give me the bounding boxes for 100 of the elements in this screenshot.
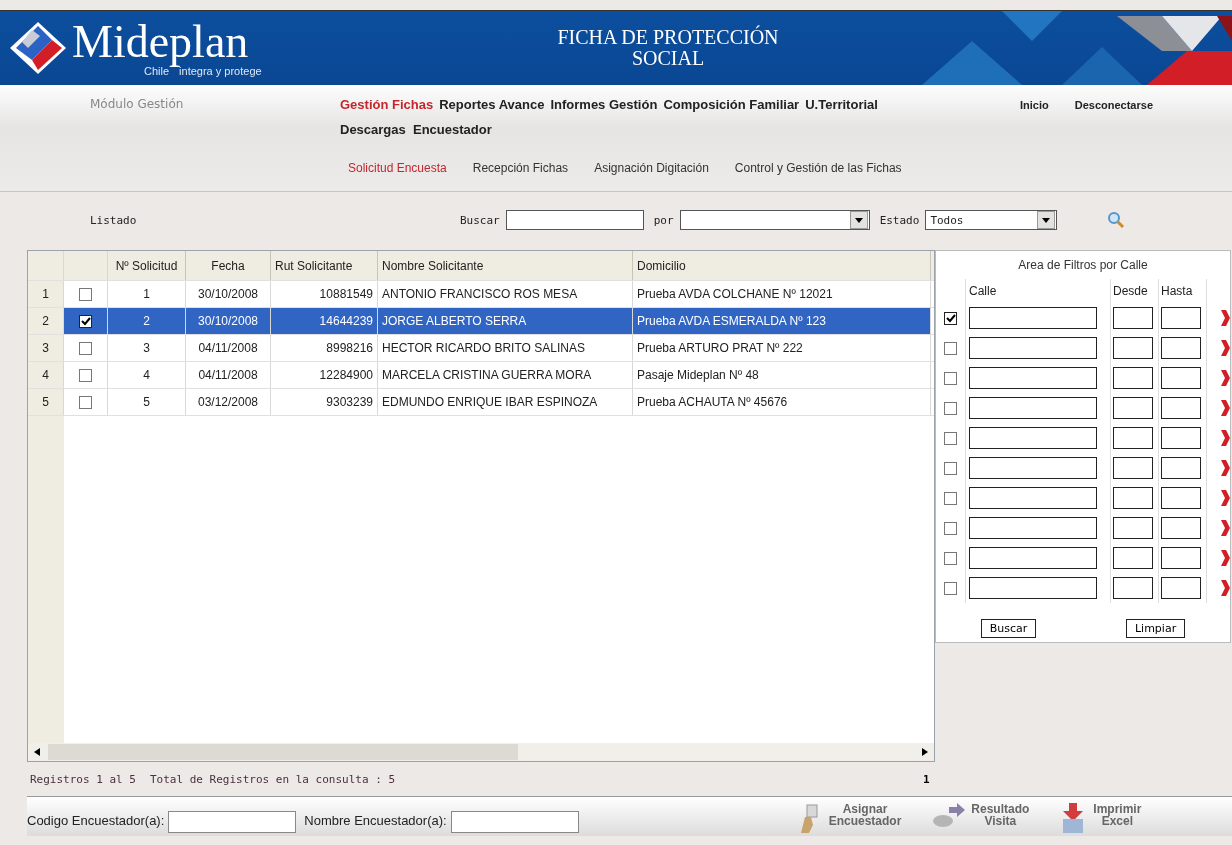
from-field[interactable]: [1113, 547, 1153, 569]
column-header[interactable]: Nombre Solicitante: [378, 251, 633, 280]
from-field[interactable]: [1113, 487, 1153, 509]
remove-icon[interactable]: [1221, 520, 1230, 536]
horizontal-scrollbar[interactable]: [28, 743, 934, 761]
submenu-item[interactable]: Control y Gestión de las Fichas: [734, 161, 902, 175]
menu-item[interactable]: Composición Familiar: [663, 97, 800, 112]
remove-icon[interactable]: [1221, 430, 1230, 446]
menu-item[interactable]: Gestión Fichas: [340, 97, 434, 112]
field-dropdown[interactable]: [679, 210, 870, 230]
scroll-left-icon[interactable]: [34, 748, 40, 756]
remove-icon[interactable]: [1221, 580, 1230, 596]
remove-icon[interactable]: [1221, 550, 1230, 566]
street-field[interactable]: [969, 337, 1097, 359]
filter-panel-title: Area de Filtros por Calle: [1017, 257, 1149, 274]
page-number[interactable]: 1: [923, 772, 930, 786]
to-field[interactable]: [1161, 517, 1201, 539]
street-field[interactable]: [969, 517, 1097, 539]
grid-row[interactable]: 3 3 04/11/2008 8998216 HECTOR RICARDO BRITO SALINAS Prueba ARTURO PRAT Nº 222: [28, 335, 934, 362]
row-checkbox[interactable]: [79, 314, 92, 328]
from-field[interactable]: [1113, 367, 1153, 389]
row-checkbox[interactable]: [79, 368, 92, 382]
from-field[interactable]: [1113, 517, 1153, 539]
row-checkbox[interactable]: [79, 341, 92, 355]
scroll-right-icon[interactable]: [922, 748, 928, 756]
action-button[interactable]: Imprimir Excel: [1059, 803, 1142, 833]
action-button[interactable]: Asignar Encuestador: [796, 803, 902, 833]
to-field[interactable]: [1161, 457, 1201, 479]
remove-icon[interactable]: [1221, 310, 1230, 326]
menu-item[interactable]: Descargas Encuestador: [340, 122, 492, 137]
column-header[interactable]: Domicilio: [633, 251, 931, 280]
grid-row[interactable]: 2 2 30/10/2008 14644239 JORGE ALBERTO SERRA Prueba AVDA ESMERALDA Nº 123: [28, 308, 934, 335]
menu-item[interactable]: Informes Gestión: [550, 97, 658, 112]
from-field[interactable]: [1113, 307, 1153, 329]
to-field[interactable]: [1161, 427, 1201, 449]
table-cell: 30/10/2008: [186, 281, 271, 307]
menu-item[interactable]: Reportes Avance: [439, 97, 545, 112]
remove-icon[interactable]: [1221, 340, 1230, 356]
column-header[interactable]: Nº Solicitud: [108, 251, 186, 280]
filter-checkbox[interactable]: [944, 461, 957, 475]
submenu-item[interactable]: Recepción Fichas: [472, 161, 569, 175]
from-field[interactable]: [1113, 577, 1153, 599]
to-field[interactable]: [1161, 487, 1201, 509]
from-field[interactable]: [1113, 457, 1153, 479]
street-field[interactable]: [969, 397, 1097, 419]
street-field[interactable]: [969, 307, 1097, 329]
grid-row[interactable]: 5 5 03/12/2008 9303239 EDMUNDO ENRIQUE IBAR ESPINOZA Prueba ACHAUTA Nº 45676: [28, 389, 934, 416]
filter-checkbox[interactable]: [944, 521, 957, 535]
remove-icon[interactable]: [1221, 400, 1230, 416]
input-field[interactable]: [168, 811, 297, 833]
remove-icon[interactable]: [1221, 370, 1230, 386]
from-field[interactable]: [1113, 337, 1153, 359]
filter-checkbox[interactable]: [944, 341, 957, 355]
to-field[interactable]: [1161, 397, 1201, 419]
street-field[interactable]: [969, 547, 1097, 569]
column-header[interactable]: Fecha: [186, 251, 271, 280]
remove-icon[interactable]: [1221, 460, 1230, 476]
to-field[interactable]: [1161, 577, 1201, 599]
to-field[interactable]: [1161, 307, 1201, 329]
from-field[interactable]: [1113, 397, 1153, 419]
filter-checkbox[interactable]: [944, 491, 957, 505]
to-field[interactable]: [1161, 337, 1201, 359]
grid-row[interactable]: 4 4 04/11/2008 12284900 MARCELA CRISTINA GUERRA MORA Pasaje Mideplan Nº 48: [28, 362, 934, 389]
filter-checkbox[interactable]: [944, 401, 957, 415]
street-field[interactable]: [969, 367, 1097, 389]
field-label: Codigo Encuestador(a):: [27, 813, 165, 828]
filter-checkbox[interactable]: [944, 581, 957, 595]
row-checkbox[interactable]: [79, 395, 92, 409]
street-field[interactable]: [969, 577, 1097, 599]
submenu-item[interactable]: Solicitud Encuesta: [348, 161, 447, 175]
street-field[interactable]: [969, 487, 1097, 509]
search-icon[interactable]: [1107, 211, 1126, 229]
records-total: Total de Registros en la consulta : 5: [149, 772, 395, 786]
to-field[interactable]: [1161, 547, 1201, 569]
table-cell: 8998216: [271, 335, 378, 361]
status-dropdown[interactable]: Todos: [925, 210, 1058, 230]
to-field[interactable]: [1161, 367, 1201, 389]
user-link[interactable]: Desconectarse: [1074, 99, 1153, 191]
action-button[interactable]: Resultado Visita: [931, 803, 1030, 833]
street-field[interactable]: [969, 427, 1097, 449]
row-number: 1: [28, 281, 64, 307]
submenu-item[interactable]: Asignación Digitación: [594, 161, 709, 175]
filter-checkbox[interactable]: [944, 431, 957, 445]
filter-checkbox[interactable]: [944, 551, 957, 565]
column-header[interactable]: Rut Solicitante: [271, 251, 378, 280]
remove-icon[interactable]: [1221, 490, 1230, 506]
row-checkbox[interactable]: [79, 287, 92, 301]
street-field[interactable]: [969, 457, 1097, 479]
filter-button[interactable]: Limpiar: [1125, 619, 1186, 638]
filter-checkbox[interactable]: [944, 311, 957, 325]
table-cell: 12284900: [271, 362, 378, 388]
from-field[interactable]: [1113, 427, 1153, 449]
records-range: Registros 1 al 5: [30, 772, 136, 786]
menu-item[interactable]: U.Territorial: [805, 97, 878, 112]
input-field[interactable]: [450, 811, 579, 833]
search-field[interactable]: [505, 210, 644, 230]
arrow-icon: [931, 803, 966, 829]
filter-checkbox[interactable]: [944, 371, 957, 385]
user-link[interactable]: Inicio: [1020, 99, 1049, 191]
filter-button[interactable]: Buscar: [980, 619, 1037, 638]
